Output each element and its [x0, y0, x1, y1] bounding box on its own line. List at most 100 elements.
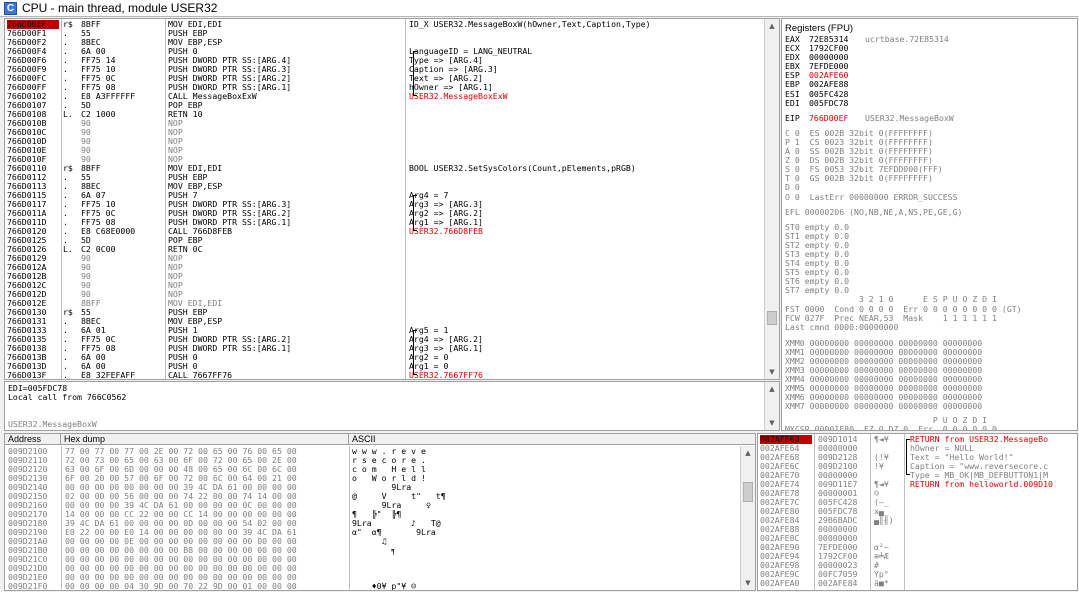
dump-row[interactable]: 009D2190 E0 22 00 00 E0 14 00 00 00 00 00…: [5, 528, 739, 537]
dump-ascii[interactable]: 9Lra: [352, 483, 452, 492]
disasm-row[interactable]: 766D0108 L. C2 1000 RETN 10: [5, 110, 763, 119]
dump-hex[interactable]: 00 00 00 00 00 00 00 00 00 00 00 00 00 0…: [65, 564, 349, 573]
eflags-row[interactable]: EFL 00000206 (NO,NB,NE,A,NS,PE,GE,G): [785, 208, 1075, 217]
flag-segment-row[interactable]: D 0: [785, 183, 1075, 192]
disasm-row[interactable]: 766D00FF. FF75 08 PUSH DWORD PTR SS:[ARG.1…: [5, 83, 763, 92]
instruction-text[interactable]: PUSH DWORD PTR SS:[ARG.1]: [168, 83, 404, 92]
disasm-row[interactable]: 766D0135. FF75 0C PUSH DWORD PTR SS:[ARG.2…: [5, 335, 763, 344]
instruction-address[interactable]: 766D0112: [7, 173, 59, 182]
instruction-address[interactable]: 766D0113: [7, 182, 59, 191]
dump-ascii[interactable]: @ V t" t¶: [352, 492, 452, 501]
dump-address[interactable]: 009D2180: [8, 519, 60, 528]
instruction-address[interactable]: 766D012E: [7, 299, 59, 308]
instruction-text[interactable]: MOV EBP,ESP: [168, 317, 404, 326]
xmm-register-row[interactable]: XMM6 00000000 00000000 00000000 00000000: [785, 393, 1075, 402]
instruction-address[interactable]: 766D011A: [7, 209, 59, 218]
fpu-stack-row[interactable]: ST7 empty 0.0: [785, 286, 1075, 295]
instruction-text[interactable]: NOP: [168, 281, 404, 290]
instruction-address[interactable]: 766D0115: [7, 191, 59, 200]
instruction-address[interactable]: 766D00EF: [7, 20, 59, 29]
instruction-address[interactable]: 766D0107: [7, 101, 59, 110]
register-row[interactable]: EBP 002AFE88: [785, 80, 1075, 89]
stack-address[interactable]: 002AFEA0: [760, 579, 812, 588]
register-row[interactable]: EDI 005FDC78: [785, 99, 1075, 108]
xmm-register-row[interactable]: XMM2 00000000 00000000 00000000 00000000: [785, 357, 1075, 366]
flag-segment-row[interactable]: Z 0 DS 002B 32bit 0(FFFFFFFF): [785, 156, 1075, 165]
stack-value[interactable]: 00000000: [818, 444, 868, 453]
instruction-text[interactable]: MOV EBP,ESP: [168, 38, 404, 47]
instruction-address[interactable]: 766D010F: [7, 155, 59, 164]
stack-address[interactable]: 002AFE78: [760, 489, 812, 498]
dump-row[interactable]: 009D2110 72 00 73 00 65 00 63 00 6F 00 72…: [5, 456, 739, 465]
instruction-address[interactable]: 766D0135: [7, 335, 59, 344]
stack-value[interactable]: 00000023: [818, 561, 868, 570]
instruction-text[interactable]: PUSH DWORD PTR SS:[ARG.2]: [168, 74, 404, 83]
flag-segment-row[interactable]: A 0 SS 002B 32bit 0(FFFFFFFF): [785, 147, 1075, 156]
scroll-up-arrow-icon[interactable]: ▲: [741, 446, 755, 460]
instruction-text[interactable]: NOP: [168, 155, 404, 164]
xmm-register-row[interactable]: XMM1 00000000 00000000 00000000 00000000: [785, 348, 1075, 357]
instruction-address[interactable]: 766D010D: [7, 137, 59, 146]
disasm-row[interactable]: 766D0107. 5D POP EBP: [5, 101, 763, 110]
disasm-row[interactable]: 766D010E 90 NOP: [5, 146, 763, 155]
stack-row[interactable]: 002AFE60 009D1014 ¶◄¥ RETURN from USER32.Me…: [758, 435, 1077, 444]
instruction-address[interactable]: 766D0120: [7, 227, 59, 236]
register-row-eip[interactable]: EIP 766D00EF USER32.MessageBoxW: [785, 114, 1075, 123]
stack-address[interactable]: 002AFE64: [760, 444, 812, 453]
stack-row[interactable]: 002AFE74 009D11E7 ¶◄¥ RETURN from helloworl…: [758, 480, 1077, 489]
xmm-register-row[interactable]: XMM5 00000000 00000000 00000000 00000000: [785, 384, 1075, 393]
dump-ascii[interactable]: α" α¶ 9Lra: [352, 528, 452, 537]
stack-row[interactable]: 002AFE64 00000000 hOwner = NULL: [758, 444, 1077, 453]
dump-address[interactable]: 009D2190: [8, 528, 60, 537]
dump-hex[interactable]: 00 00 00 00 00 00 00 00 39 4C DA 61 00 0…: [65, 483, 349, 492]
instruction-address[interactable]: 766D0133: [7, 326, 59, 335]
register-value[interactable]: 005FDC78: [809, 99, 859, 108]
dump-row[interactable]: 009D2170 14 00 00 00 CC 22 00 00 CC 14 00…: [5, 510, 739, 519]
stack-value[interactable]: 00000000: [818, 534, 868, 543]
scroll-down-arrow-icon[interactable]: ▼: [741, 576, 755, 590]
dump-hex[interactable]: 39 4C DA 61 00 00 00 00 0D 00 00 00 54 0…: [65, 519, 349, 528]
stack-row[interactable]: 002AFE6C 009D2100 !¥ Caption = "www.reverse…: [758, 462, 1077, 471]
fpu-stack-row[interactable]: ST2 empty 0.0: [785, 241, 1075, 250]
instruction-text[interactable]: RETN 0C: [168, 245, 404, 254]
disasm-row[interactable]: 766D012A 90 NOP: [5, 263, 763, 272]
stack-value[interactable]: 00000000: [818, 525, 868, 534]
dump-row[interactable]: 009D2150 02 00 00 00 56 00 00 00 74 22 00…: [5, 492, 739, 501]
stack-value[interactable]: 009D2100: [818, 462, 868, 471]
instruction-address[interactable]: 766D0125: [7, 236, 59, 245]
instruction-address[interactable]: 766D0102: [7, 92, 59, 101]
stack-row[interactable]: 002AFE98 00000023 #: [758, 561, 1077, 570]
stack-value[interactable]: 00000001: [818, 489, 868, 498]
stack-address[interactable]: 002AFE8C: [760, 534, 812, 543]
stack-value[interactable]: 009D2128: [818, 453, 868, 462]
dump-ascii[interactable]: ╕: [352, 546, 452, 555]
scroll-up-arrow-icon[interactable]: ▲: [765, 382, 779, 396]
disasm-row[interactable]: 766D011D. FF75 08 PUSH DWORD PTR SS:[ARG.1…: [5, 218, 763, 227]
stack-value[interactable]: 009D1014: [818, 435, 868, 444]
instruction-address[interactable]: 766D00F2: [7, 38, 59, 47]
disasm-row[interactable]: 766D0130 r$ 55 PUSH EBP: [5, 308, 763, 317]
instruction-text[interactable]: PUSH 0: [168, 362, 404, 371]
dump-ascii[interactable]: ♫: [352, 537, 452, 546]
disasm-row[interactable]: 766D0117. FF75 10 PUSH DWORD PTR SS:[ARG.3…: [5, 200, 763, 209]
column-header-hex-dump[interactable]: Hex dump: [61, 434, 349, 444]
stack-value[interactable]: 00FC7059: [818, 570, 868, 579]
instruction-text[interactable]: POP EBP: [168, 101, 404, 110]
disasm-row[interactable]: 766D013D. 6A 00 PUSH 0 Arg1 = 0: [5, 362, 763, 371]
stack-row[interactable]: 002AFE78 00000001 ☺: [758, 489, 1077, 498]
dump-address[interactable]: 009D21C0: [8, 555, 60, 564]
dump-address[interactable]: 009D21B0: [8, 546, 60, 555]
xmm-register-row[interactable]: XMM4 00000000 00000000 00000000 00000000: [785, 375, 1075, 384]
stack-value[interactable]: 7EFDE000: [818, 543, 868, 552]
stack-row[interactable]: 002AFE9C 00FC7059 Yp°: [758, 570, 1077, 579]
hex-dump-pane[interactable]: Address Hex dump ASCII 009D2100 77 00 77 …: [4, 433, 756, 591]
instruction-address[interactable]: 766D012B: [7, 272, 59, 281]
dump-address[interactable]: 009D21F0: [8, 582, 60, 590]
xmm-register-row[interactable]: XMM7 00000000 00000000 00000000 00000000: [785, 402, 1075, 411]
fpu-stack-row[interactable]: ST0 empty 0.0: [785, 223, 1075, 232]
instruction-text[interactable]: PUSH EBP: [168, 173, 404, 182]
instruction-text[interactable]: PUSH DWORD PTR SS:[ARG.3]: [168, 200, 404, 209]
instruction-address[interactable]: 766D0126: [7, 245, 59, 254]
disasm-row[interactable]: 766D00F6. FF75 14 PUSH DWORD PTR SS:[ARG.4…: [5, 56, 763, 65]
register-row[interactable]: EBX 7EFDE000: [785, 62, 1075, 71]
